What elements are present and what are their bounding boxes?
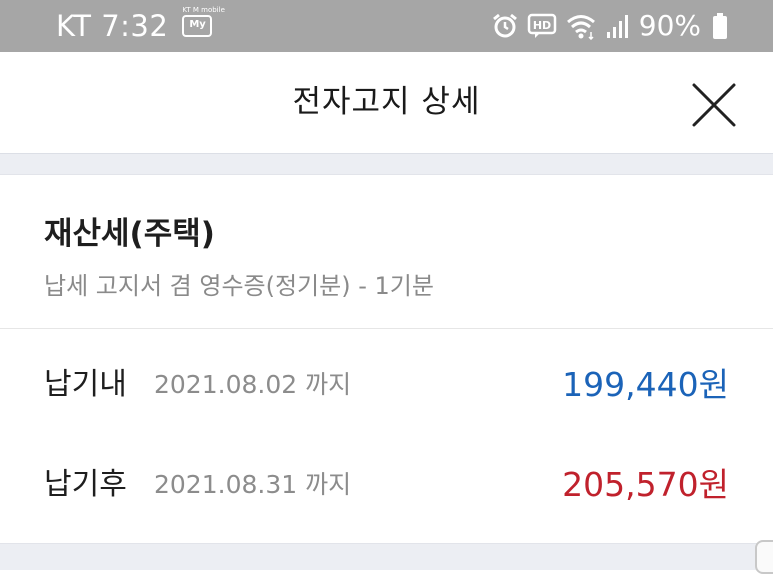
- bill-subtitle: 납세 고지서 겸 영수증(정기분) - 1기분: [44, 272, 434, 300]
- section-divider: [0, 153, 773, 175]
- hd-label: HD: [533, 19, 551, 32]
- battery-percent: 90%: [638, 9, 701, 42]
- status-bar: KT 7:32 KT M mobile My HD 90%: [0, 0, 773, 52]
- bill-title: 재산세(주택): [44, 216, 215, 252]
- page-header: 전자고지 상세: [0, 52, 773, 153]
- status-bar-right: HD 90%: [491, 0, 727, 52]
- wifi-icon: [566, 15, 595, 40]
- bottom-section-divider: [0, 543, 773, 570]
- payment-label: 납기후: [44, 467, 127, 502]
- floating-edge-handle[interactable]: [755, 540, 773, 574]
- hd-voice-icon: HD: [527, 13, 557, 38]
- badge-top-text: KT M mobile: [182, 6, 225, 14]
- payment-amount: 205,570원: [562, 465, 729, 504]
- carrier-time: KT 7:32: [56, 9, 169, 43]
- badge-text: My: [189, 19, 206, 30]
- page-title: 전자고지 상세: [292, 84, 481, 120]
- carrier-app-badge-icon: KT M mobile My: [182, 6, 225, 37]
- payment-due-date: 2021.08.02 까지: [154, 370, 352, 399]
- battery-icon: [713, 13, 727, 39]
- status-bar-left: KT 7:32 KT M mobile My: [56, 0, 225, 52]
- close-icon: [692, 83, 736, 127]
- signal-icon: [606, 15, 628, 38]
- payment-due-date: 2021.08.31 까지: [154, 470, 352, 499]
- payment-row-before-due: 납기내 2021.08.02 까지 199,440원: [0, 355, 773, 415]
- alarm-icon: [492, 13, 517, 38]
- close-button[interactable]: [691, 82, 737, 128]
- payment-row-after-due: 납기후 2021.08.31 까지 205,570원: [0, 455, 773, 515]
- payment-amount: 199,440원: [562, 365, 729, 404]
- row-divider: [0, 328, 773, 329]
- payment-label: 납기내: [44, 367, 127, 402]
